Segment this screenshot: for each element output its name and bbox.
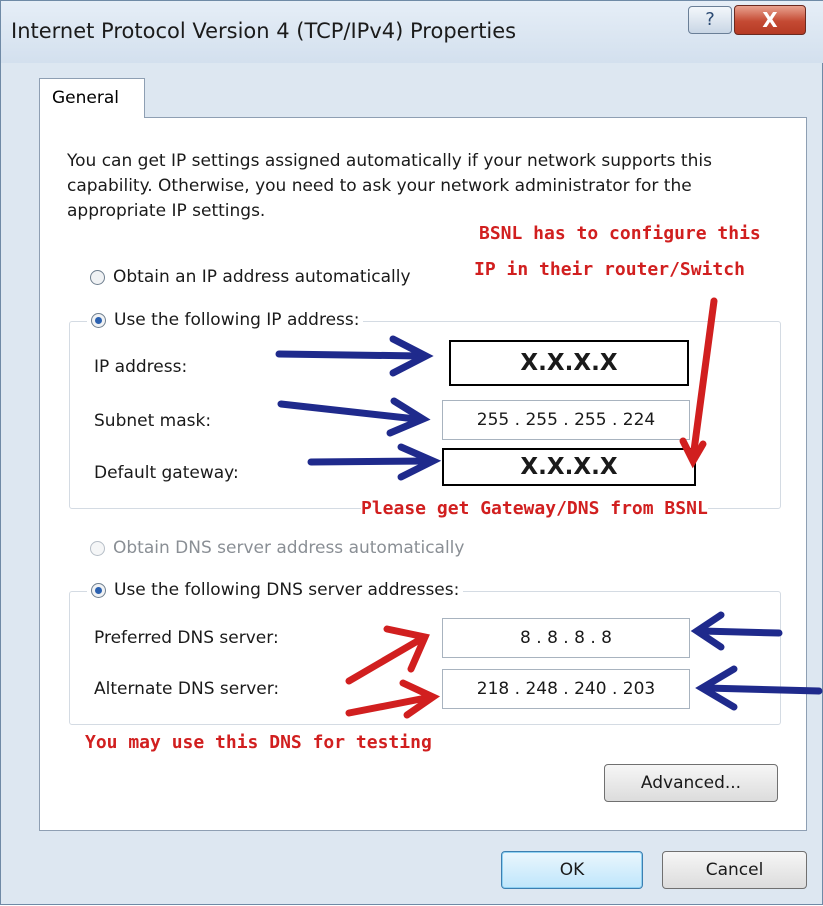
description-text: You can get IP settings assigned automat… — [67, 151, 712, 221]
use-following-ip-option[interactable]: Use the following IP address: — [87, 310, 364, 330]
obtain-ip-auto-label: Obtain an IP address automatically — [113, 267, 411, 287]
obtain-dns-auto-option[interactable]: Obtain DNS server address automatically — [90, 538, 464, 558]
obtain-ip-auto-radio[interactable] — [90, 269, 105, 285]
use-following-dns-label: Use the following DNS server addresses: — [114, 580, 460, 600]
window-title: Internet Protocol Version 4 (TCP/IPv4) P… — [11, 19, 517, 43]
ipv4-properties-dialog: Internet Protocol Version 4 (TCP/IPv4) P… — [0, 0, 823, 905]
default-gateway-input[interactable]: X.X.X.X — [442, 448, 696, 486]
advanced-button[interactable]: Advanced... — [604, 764, 778, 802]
title-bar: Internet Protocol Version 4 (TCP/IPv4) P… — [1, 1, 823, 63]
subnet-mask-label: Subnet mask: — [94, 411, 212, 431]
use-following-dns-radio[interactable] — [91, 582, 106, 598]
ok-button[interactable]: OK — [501, 851, 643, 889]
annotation-bsnl-line1: BSNL has to configure this — [479, 223, 761, 244]
subnet-mask-input[interactable]: 255 . 255 . 255 . 224 — [442, 400, 690, 440]
annotation-gateway-note: Please get Gateway/DNS from BSNL — [361, 498, 708, 519]
use-following-ip-label: Use the following IP address: — [114, 310, 360, 330]
annotation-bsnl-line2: IP in their router/Switch — [474, 259, 745, 280]
tab-general[interactable]: General — [39, 78, 145, 118]
cancel-button[interactable]: Cancel — [662, 851, 807, 889]
preferred-dns-label: Preferred DNS server: — [94, 628, 279, 648]
ip-address-input[interactable]: X.X.X.X — [449, 340, 689, 386]
close-button[interactable]: X — [734, 5, 806, 35]
obtain-ip-auto-option[interactable]: Obtain an IP address automatically — [90, 267, 411, 287]
annotation-dns-note: You may use this DNS for testing — [85, 732, 432, 753]
help-button[interactable]: ? — [688, 6, 732, 34]
alternate-dns-label: Alternate DNS server: — [94, 679, 280, 699]
obtain-dns-auto-label: Obtain DNS server address automatically — [113, 538, 465, 558]
use-following-ip-radio[interactable] — [91, 312, 106, 328]
default-gateway-label: Default gateway: — [94, 463, 239, 483]
obtain-dns-auto-radio[interactable] — [90, 540, 105, 556]
use-following-dns-option[interactable]: Use the following DNS server addresses: — [87, 580, 464, 600]
preferred-dns-input[interactable]: 8 . 8 . 8 . 8 — [442, 618, 690, 658]
ip-address-label: IP address: — [94, 357, 188, 377]
alternate-dns-input[interactable]: 218 . 248 . 240 . 203 — [442, 669, 690, 709]
